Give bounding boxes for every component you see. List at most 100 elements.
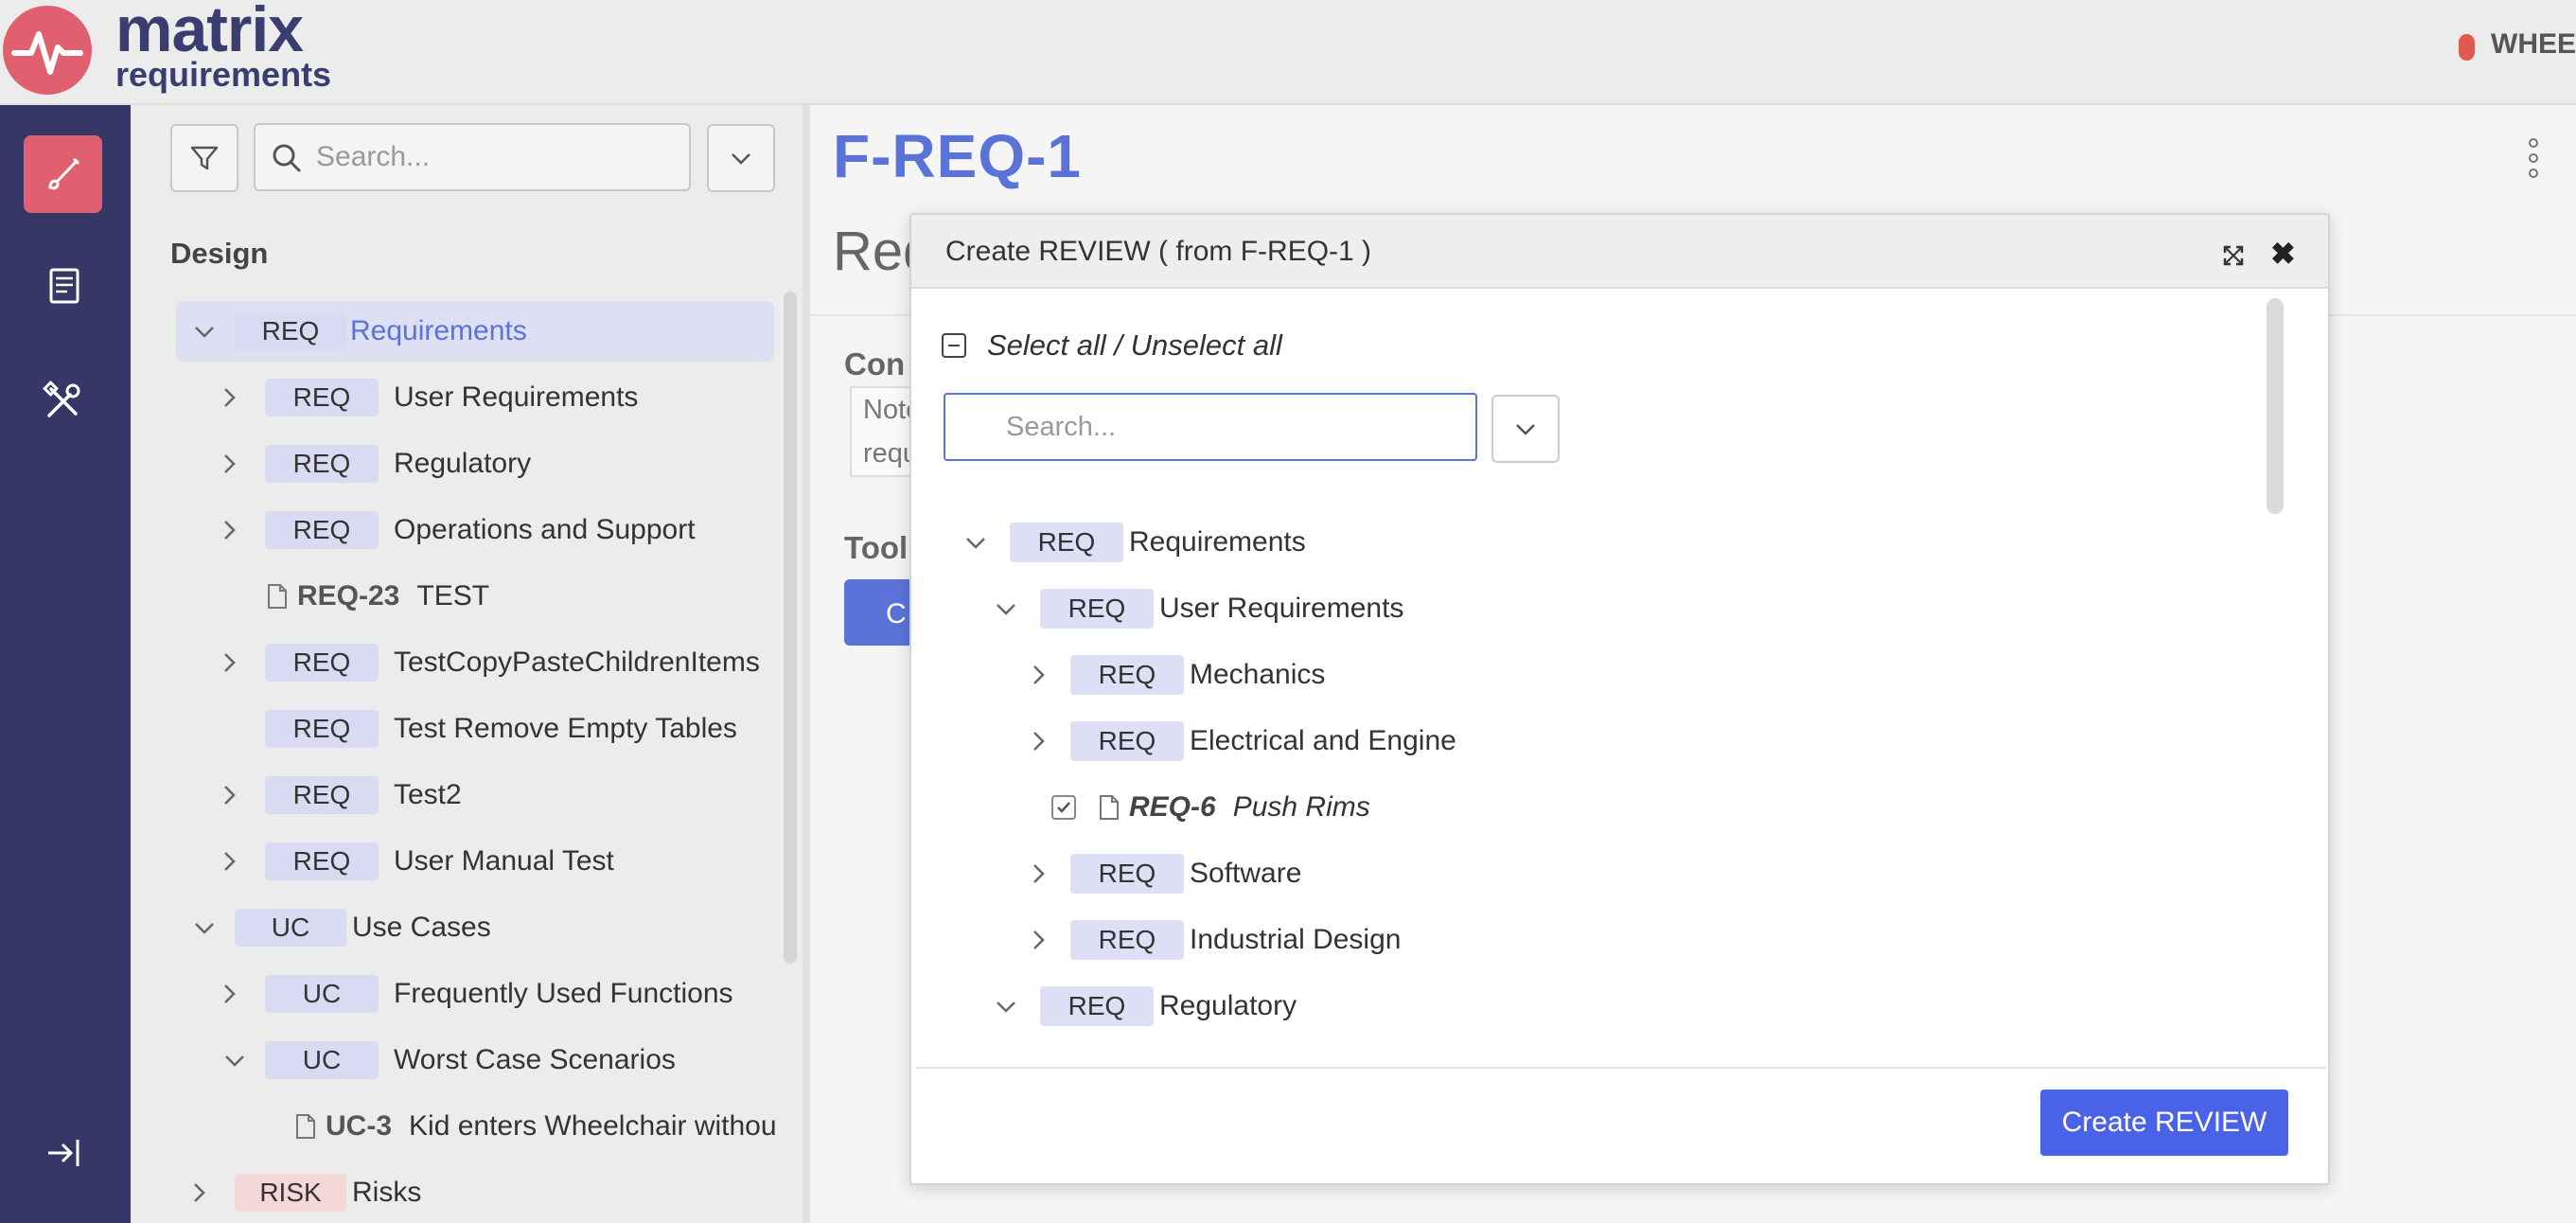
dialog-item-industrial-design[interactable]: REQ Industrial Design <box>1021 912 1401 968</box>
tree-search-input[interactable] <box>316 125 676 189</box>
item-id: UC-3 <box>326 1110 393 1142</box>
chevron-right-icon[interactable] <box>212 778 246 812</box>
dialog-item-label: Electrical and Engine <box>1190 725 1456 756</box>
chevron-down-icon <box>1516 424 1535 435</box>
dialog-header[interactable]: Create REVIEW ( from F-REQ-1 ) ✖ <box>911 215 2328 289</box>
tree-item-test-remove-empty-tables[interactable]: REQ Test Remove Empty Tables <box>265 699 737 759</box>
logo-text-requirements: requirements <box>115 55 332 94</box>
item-category-badge: REQ <box>265 776 379 814</box>
item-category-badge: REQ <box>265 511 379 549</box>
chevron-right-icon[interactable] <box>1021 857 1055 891</box>
item-category-badge: REQ <box>265 842 379 880</box>
dialog-item-regulatory[interactable]: REQ Regulatory <box>989 978 1297 1035</box>
expand-icon[interactable] <box>2223 245 2244 271</box>
chevron-down-icon[interactable] <box>989 989 1023 1023</box>
item-category-badge: REQ <box>1070 920 1184 960</box>
chevron-right-icon[interactable] <box>1021 724 1055 758</box>
filter-button[interactable] <box>170 124 238 192</box>
item-category-badge: REQ <box>1010 523 1123 562</box>
dialog-item-label: Requirements <box>1129 526 1306 558</box>
tree-scrollbar[interactable] <box>784 292 797 964</box>
tree-item-uc-3[interactable]: UC-3 Kid enters Wheelchair withou <box>295 1096 784 1157</box>
chevron-right-icon[interactable] <box>212 513 246 547</box>
chevron-down-icon[interactable] <box>989 592 1023 626</box>
tree-item-label: Test Remove Empty Tables <box>394 713 737 744</box>
tree-item-requirements[interactable]: REQ Requirements <box>176 301 774 362</box>
panel-resize-handle[interactable] <box>803 105 810 1223</box>
dialog-item-label: Regulatory <box>1159 990 1297 1021</box>
dialog-search-input[interactable] <box>964 395 1456 459</box>
item-category-badge: REQ <box>265 710 379 748</box>
chevron-right-icon[interactable] <box>212 844 246 878</box>
tree-item-operations-support[interactable]: REQ Operations and Support <box>212 500 696 560</box>
chevron-down-icon[interactable] <box>959 525 993 559</box>
item-category-badge: UC <box>265 1041 379 1079</box>
tree-item-label: User Requirements <box>394 381 639 413</box>
tree-item-label: Risks <box>352 1177 422 1208</box>
tools-label: Tool <box>844 530 909 565</box>
dialog-item-electrical-engine[interactable]: REQ Electrical and Engine <box>1021 713 1456 770</box>
chevron-right-icon[interactable] <box>212 381 246 415</box>
chevron-right-icon[interactable] <box>212 447 246 481</box>
dialog-item-label: Mechanics <box>1190 659 1326 690</box>
chevron-right-icon[interactable] <box>182 1176 216 1210</box>
tool-button[interactable]: C <box>844 579 912 646</box>
dialog-item-user-requirements[interactable]: REQ User Requirements <box>989 580 1403 637</box>
item-category-badge: REQ <box>235 312 346 350</box>
filter-icon <box>190 146 219 170</box>
chevron-down-icon[interactable] <box>218 1043 252 1077</box>
project-status-indicator <box>2459 34 2475 61</box>
dialog-item-requirements[interactable]: REQ Requirements <box>959 514 1306 571</box>
tree-item-label: Use Cases <box>352 912 491 943</box>
item-checkbox[interactable] <box>1051 795 1076 820</box>
chevron-right-icon[interactable] <box>212 646 246 680</box>
dialog-title: Create REVIEW ( from F-REQ-1 ) <box>945 236 1372 267</box>
create-review-button[interactable]: Create REVIEW <box>2040 1090 2288 1156</box>
tools-icon[interactable] <box>24 363 102 440</box>
tree-item-user-manual-test[interactable]: REQ User Manual Test <box>212 831 614 892</box>
logo-heartbeat-icon <box>3 6 92 95</box>
select-all-label: Select all / Unselect all <box>987 328 1282 362</box>
item-category-badge: REQ <box>265 445 379 483</box>
item-id: REQ-6 <box>1129 791 1216 823</box>
tree-item-user-requirements[interactable]: REQ User Requirements <box>212 367 638 428</box>
tree-item-testcopypaste[interactable]: REQ TestCopyPasteChildrenItems <box>212 632 760 693</box>
tree-item-use-cases[interactable]: UC Use Cases <box>187 897 491 958</box>
tree-item-label: TEST <box>416 580 490 612</box>
collapse-panel-icon[interactable] <box>24 1114 102 1192</box>
dialog-item-label: Software <box>1190 858 1302 889</box>
document-book-icon[interactable] <box>24 247 102 325</box>
chevron-right-icon[interactable] <box>1021 923 1055 957</box>
tree-item-regulatory[interactable]: REQ Regulatory <box>212 434 531 494</box>
select-all-toggle[interactable]: Select all / Unselect all <box>942 328 1282 363</box>
chevron-down-icon[interactable] <box>187 314 221 348</box>
chevron-right-icon[interactable] <box>1021 658 1055 692</box>
select-all-checkbox[interactable] <box>942 333 966 358</box>
project-name[interactable]: WHEEL <box>2491 28 2576 61</box>
chevron-right-icon[interactable] <box>212 977 246 1011</box>
chevron-down-icon[interactable] <box>187 911 221 945</box>
tree-item-label: TestCopyPasteChildrenItems <box>394 647 760 678</box>
document-icon <box>267 583 288 610</box>
item-category-badge: REQ <box>1040 986 1154 1026</box>
left-rail <box>0 105 131 1223</box>
close-icon[interactable]: ✖ <box>2270 236 2296 272</box>
tree-item-risks[interactable]: RISK Risks <box>182 1162 421 1223</box>
dialog-scrollbar[interactable] <box>2267 298 2284 514</box>
tree-options-dropdown[interactable] <box>707 124 775 192</box>
dialog-footer-divider <box>917 1067 2326 1069</box>
tree-item-test2[interactable]: REQ Test2 <box>212 765 462 825</box>
dialog-item-software[interactable]: REQ Software <box>1021 845 1301 902</box>
more-options-icon[interactable] <box>2529 138 2538 178</box>
dialog-item-req-6[interactable]: REQ-6 Push Rims <box>1051 779 1370 836</box>
search-icon <box>271 142 303 179</box>
tree-item-req-23[interactable]: REQ-23 TEST <box>267 566 489 627</box>
tree-item-label: User Manual Test <box>394 845 614 877</box>
tree-item-label: Requirements <box>350 315 527 346</box>
dialog-item-mechanics[interactable]: REQ Mechanics <box>1021 647 1325 703</box>
design-brush-icon[interactable] <box>24 135 102 213</box>
dialog-options-dropdown[interactable] <box>1491 395 1560 463</box>
tree-item-label: Operations and Support <box>394 514 696 545</box>
tree-item-frequently-used-functions[interactable]: UC Frequently Used Functions <box>212 964 733 1024</box>
tree-item-worst-case-scenarios[interactable]: UC Worst Case Scenarios <box>218 1030 676 1090</box>
